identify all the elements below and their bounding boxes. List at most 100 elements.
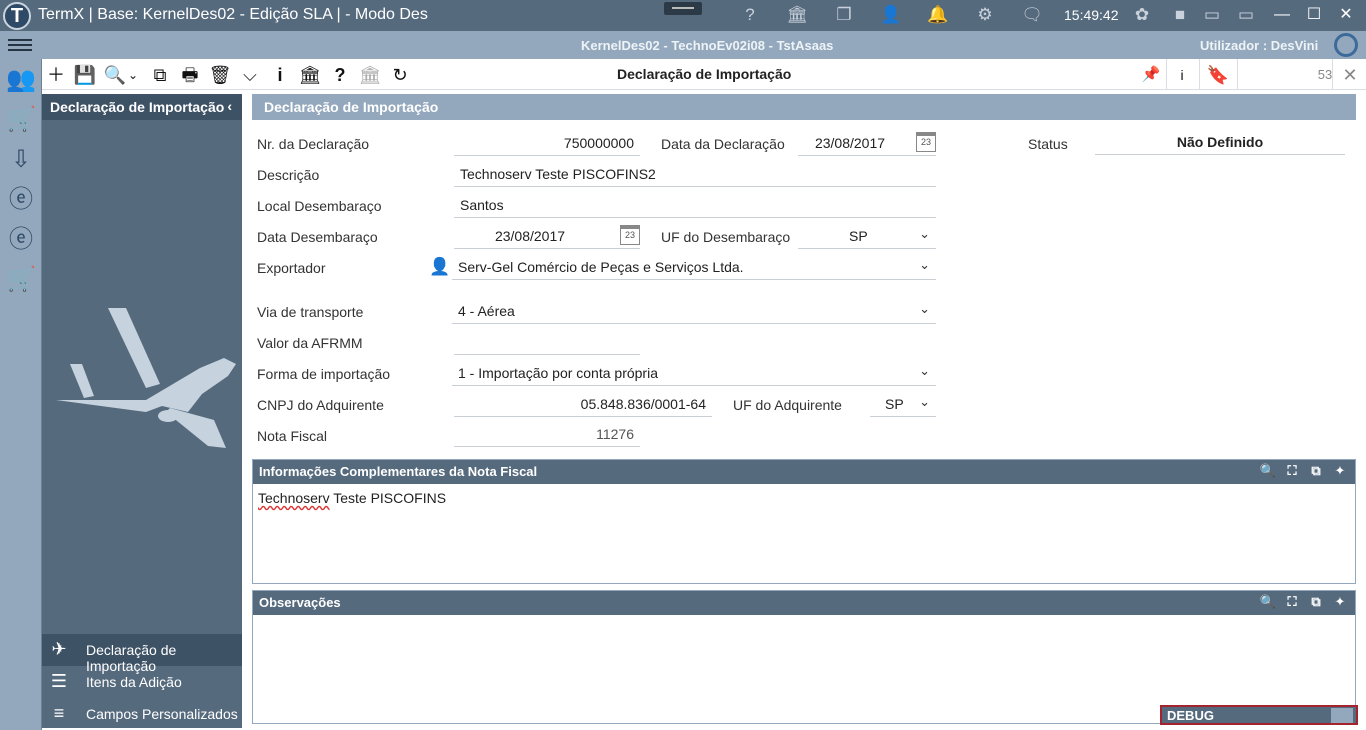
- sidenav-item-declaracao[interactable]: ✈ Declaração de Importação: [42, 634, 242, 674]
- user-icon[interactable]: 👤: [879, 4, 903, 26]
- maximize-button[interactable]: ☐: [1302, 4, 1326, 26]
- monitor-small-icon[interactable]: ▭: [1200, 4, 1224, 26]
- drag-handle[interactable]: [664, 2, 702, 15]
- toolbar: ＋ 💾 🔍 ⌄ ⧉ 🖶 🗑 ⌵ i 🏛 ? 🏛 ↻ Declaração de …: [42, 59, 1366, 90]
- search-icon[interactable]: 🔍: [1259, 594, 1277, 612]
- bookmark-icon[interactable]: 🔖: [1206, 63, 1230, 87]
- uf-desembaraco-value: SP: [849, 228, 868, 244]
- search-icon[interactable]: 🔍: [1259, 463, 1277, 481]
- airplane-icon: ✈: [51, 639, 67, 659]
- expand-icon[interactable]: ⛶: [1283, 594, 1301, 612]
- collapse-chevron-icon[interactable]: ‹: [227, 98, 232, 114]
- observacoes-panel: Observações 🔍 ⛶ ⧉ ✦: [252, 590, 1356, 724]
- afrmm-field[interactable]: [454, 331, 640, 355]
- windows-icon[interactable]: ❐: [832, 4, 856, 26]
- bank-icon[interactable]: 🏛: [785, 4, 809, 26]
- brazil-map-e-icon[interactable]: ⓔ: [4, 183, 38, 217]
- via-transporte-select[interactable]: 4 - Aérea ⌄: [452, 300, 936, 324]
- delete-icon[interactable]: 🗑: [208, 63, 232, 87]
- left-icon-bar: 👥 🛒 ⇩ ⓔ ⓔ 🛒: [0, 59, 42, 730]
- exportador-value: Serv-Gel Comércio de Peças e Serviços Lt…: [458, 259, 744, 275]
- sidenav-item-itens[interactable]: ☰ Itens da Adição: [42, 666, 242, 698]
- descricao-label: Descrição: [257, 167, 320, 183]
- person-icon[interactable]: 👤: [429, 257, 450, 277]
- building-icon[interactable]: 🏛: [298, 63, 322, 87]
- status-field: Não Definido: [1095, 131, 1345, 155]
- cart-filter-icon[interactable]: 🛒: [4, 263, 38, 297]
- chevron-down-icon: ⌄: [919, 394, 930, 409]
- copy-icon[interactable]: ⧉: [148, 63, 172, 87]
- forma-importacao-label: Forma de importação: [257, 366, 391, 382]
- nr-declaracao-field[interactable]: 750000000: [454, 132, 640, 156]
- bank-disabled-icon: 🏛: [358, 65, 382, 85]
- pin-icon[interactable]: 📌: [1139, 63, 1163, 87]
- color-wheel-icon[interactable]: ✿: [1130, 4, 1154, 26]
- side-navigation: Declaração de Importação ‹ ✈ Declaração …: [42, 94, 242, 728]
- data-desembaraco-field[interactable]: 23/08/2017: [454, 225, 640, 249]
- hamburger-menu-icon[interactable]: [8, 36, 32, 54]
- print-icon[interactable]: 🖶: [178, 63, 202, 87]
- copy-icon[interactable]: ⧉: [1307, 594, 1325, 612]
- camera-icon[interactable]: ■: [1168, 4, 1192, 26]
- save-icon[interactable]: 💾: [73, 63, 97, 87]
- info-complementares-text[interactable]: Technoserv Teste PISCOFINS: [253, 484, 1355, 512]
- brazil-map-e2-icon[interactable]: ⓔ: [4, 223, 38, 257]
- exportador-label: Exportador: [257, 260, 326, 276]
- lines-icon: ≡: [53, 703, 65, 723]
- close-form-icon[interactable]: ✕: [1338, 63, 1362, 87]
- details-info-icon[interactable]: i: [1170, 63, 1194, 87]
- uf-adquirente-select[interactable]: SP ⌄: [870, 393, 936, 417]
- sidenav-title: Declaração de Importação: [50, 99, 225, 115]
- chevron-down-icon: ⌄: [919, 363, 930, 378]
- chat-icon[interactable]: 🗨: [1020, 4, 1044, 26]
- help-question-icon[interactable]: ?: [328, 63, 352, 87]
- title-bar: T TermX | Base: KernelDes02 - Edição SLA…: [0, 0, 1366, 31]
- sidenav-item-campos[interactable]: ≡ Campos Personalizados: [42, 698, 242, 730]
- cart-icon[interactable]: 🛒: [4, 103, 38, 137]
- data-desembaraco-label: Data Desembaraço: [257, 229, 378, 245]
- search-icon[interactable]: 🔍: [103, 63, 127, 87]
- close-button[interactable]: ✕: [1334, 4, 1358, 26]
- observacoes-text[interactable]: [253, 615, 1355, 627]
- info-icon[interactable]: i: [268, 63, 292, 87]
- people-icon[interactable]: 👥: [4, 63, 38, 97]
- data-declaracao-label: Data da Declaração: [661, 136, 785, 152]
- minimize-button[interactable]: —: [1270, 4, 1294, 26]
- cnpj-field[interactable]: 05.848.836/0001-64: [454, 393, 712, 417]
- sparkle-icon[interactable]: ✦: [1331, 463, 1349, 481]
- cart-download-icon[interactable]: ⇩: [4, 143, 38, 177]
- chevron-down-icon: ⌄: [919, 226, 930, 241]
- uf-desembaraco-label: UF do Desembaraço: [661, 229, 791, 245]
- copy-icon[interactable]: ⧉: [1307, 463, 1325, 481]
- via-transporte-value: 4 - Aérea: [458, 303, 515, 319]
- observacoes-title: Observações: [259, 595, 341, 610]
- user-info: Utilizador : DesVini: [1200, 38, 1319, 53]
- local-desembaraco-field[interactable]: Santos: [454, 194, 936, 218]
- expand-icon[interactable]: ⛶: [1283, 463, 1301, 481]
- refresh-icon[interactable]: ↻: [388, 63, 412, 87]
- forma-importacao-select[interactable]: 1 - Importação por conta própria ⌄: [452, 362, 936, 386]
- sparkle-icon[interactable]: ✦: [1331, 594, 1349, 612]
- gear-icon[interactable]: ⚙: [973, 4, 997, 26]
- calendar-icon[interactable]: 23: [620, 225, 640, 245]
- chevron-down-icon[interactable]: ⌄: [126, 63, 140, 87]
- descricao-field[interactable]: Technoserv Teste PISCOFINS2: [454, 163, 936, 187]
- uf-desembaraco-select[interactable]: SP ⌄: [798, 225, 936, 249]
- monitor-icon[interactable]: ▭: [1234, 4, 1258, 26]
- context-info: KernelDes02 - TechnoEv02i08 - TstAsaas: [581, 38, 834, 53]
- exportador-select[interactable]: Serv-Gel Comércio de Peças e Serviços Lt…: [452, 256, 936, 280]
- uf-adquirente-label: UF do Adquirente: [733, 397, 842, 413]
- info-complementares-title: Informações Complementares da Nota Fisca…: [259, 464, 538, 479]
- nota-fiscal-field[interactable]: 11276: [454, 423, 640, 447]
- circle-chevron-icon[interactable]: ⌵: [238, 63, 262, 87]
- sidenav-header: Declaração de Importação ‹: [42, 94, 242, 120]
- help-icon[interactable]: ?: [738, 4, 762, 26]
- settings-gear-icon[interactable]: [1334, 33, 1358, 57]
- uf-adquirente-value: SP: [885, 396, 904, 412]
- add-icon[interactable]: ＋: [44, 63, 68, 87]
- chevron-down-icon: ⌄: [919, 301, 930, 316]
- list-icon: ☰: [50, 671, 68, 691]
- calendar-icon[interactable]: 23: [916, 132, 936, 152]
- form-title: Declaração de Importação: [617, 66, 792, 82]
- bell-icon[interactable]: 🔔: [926, 4, 950, 26]
